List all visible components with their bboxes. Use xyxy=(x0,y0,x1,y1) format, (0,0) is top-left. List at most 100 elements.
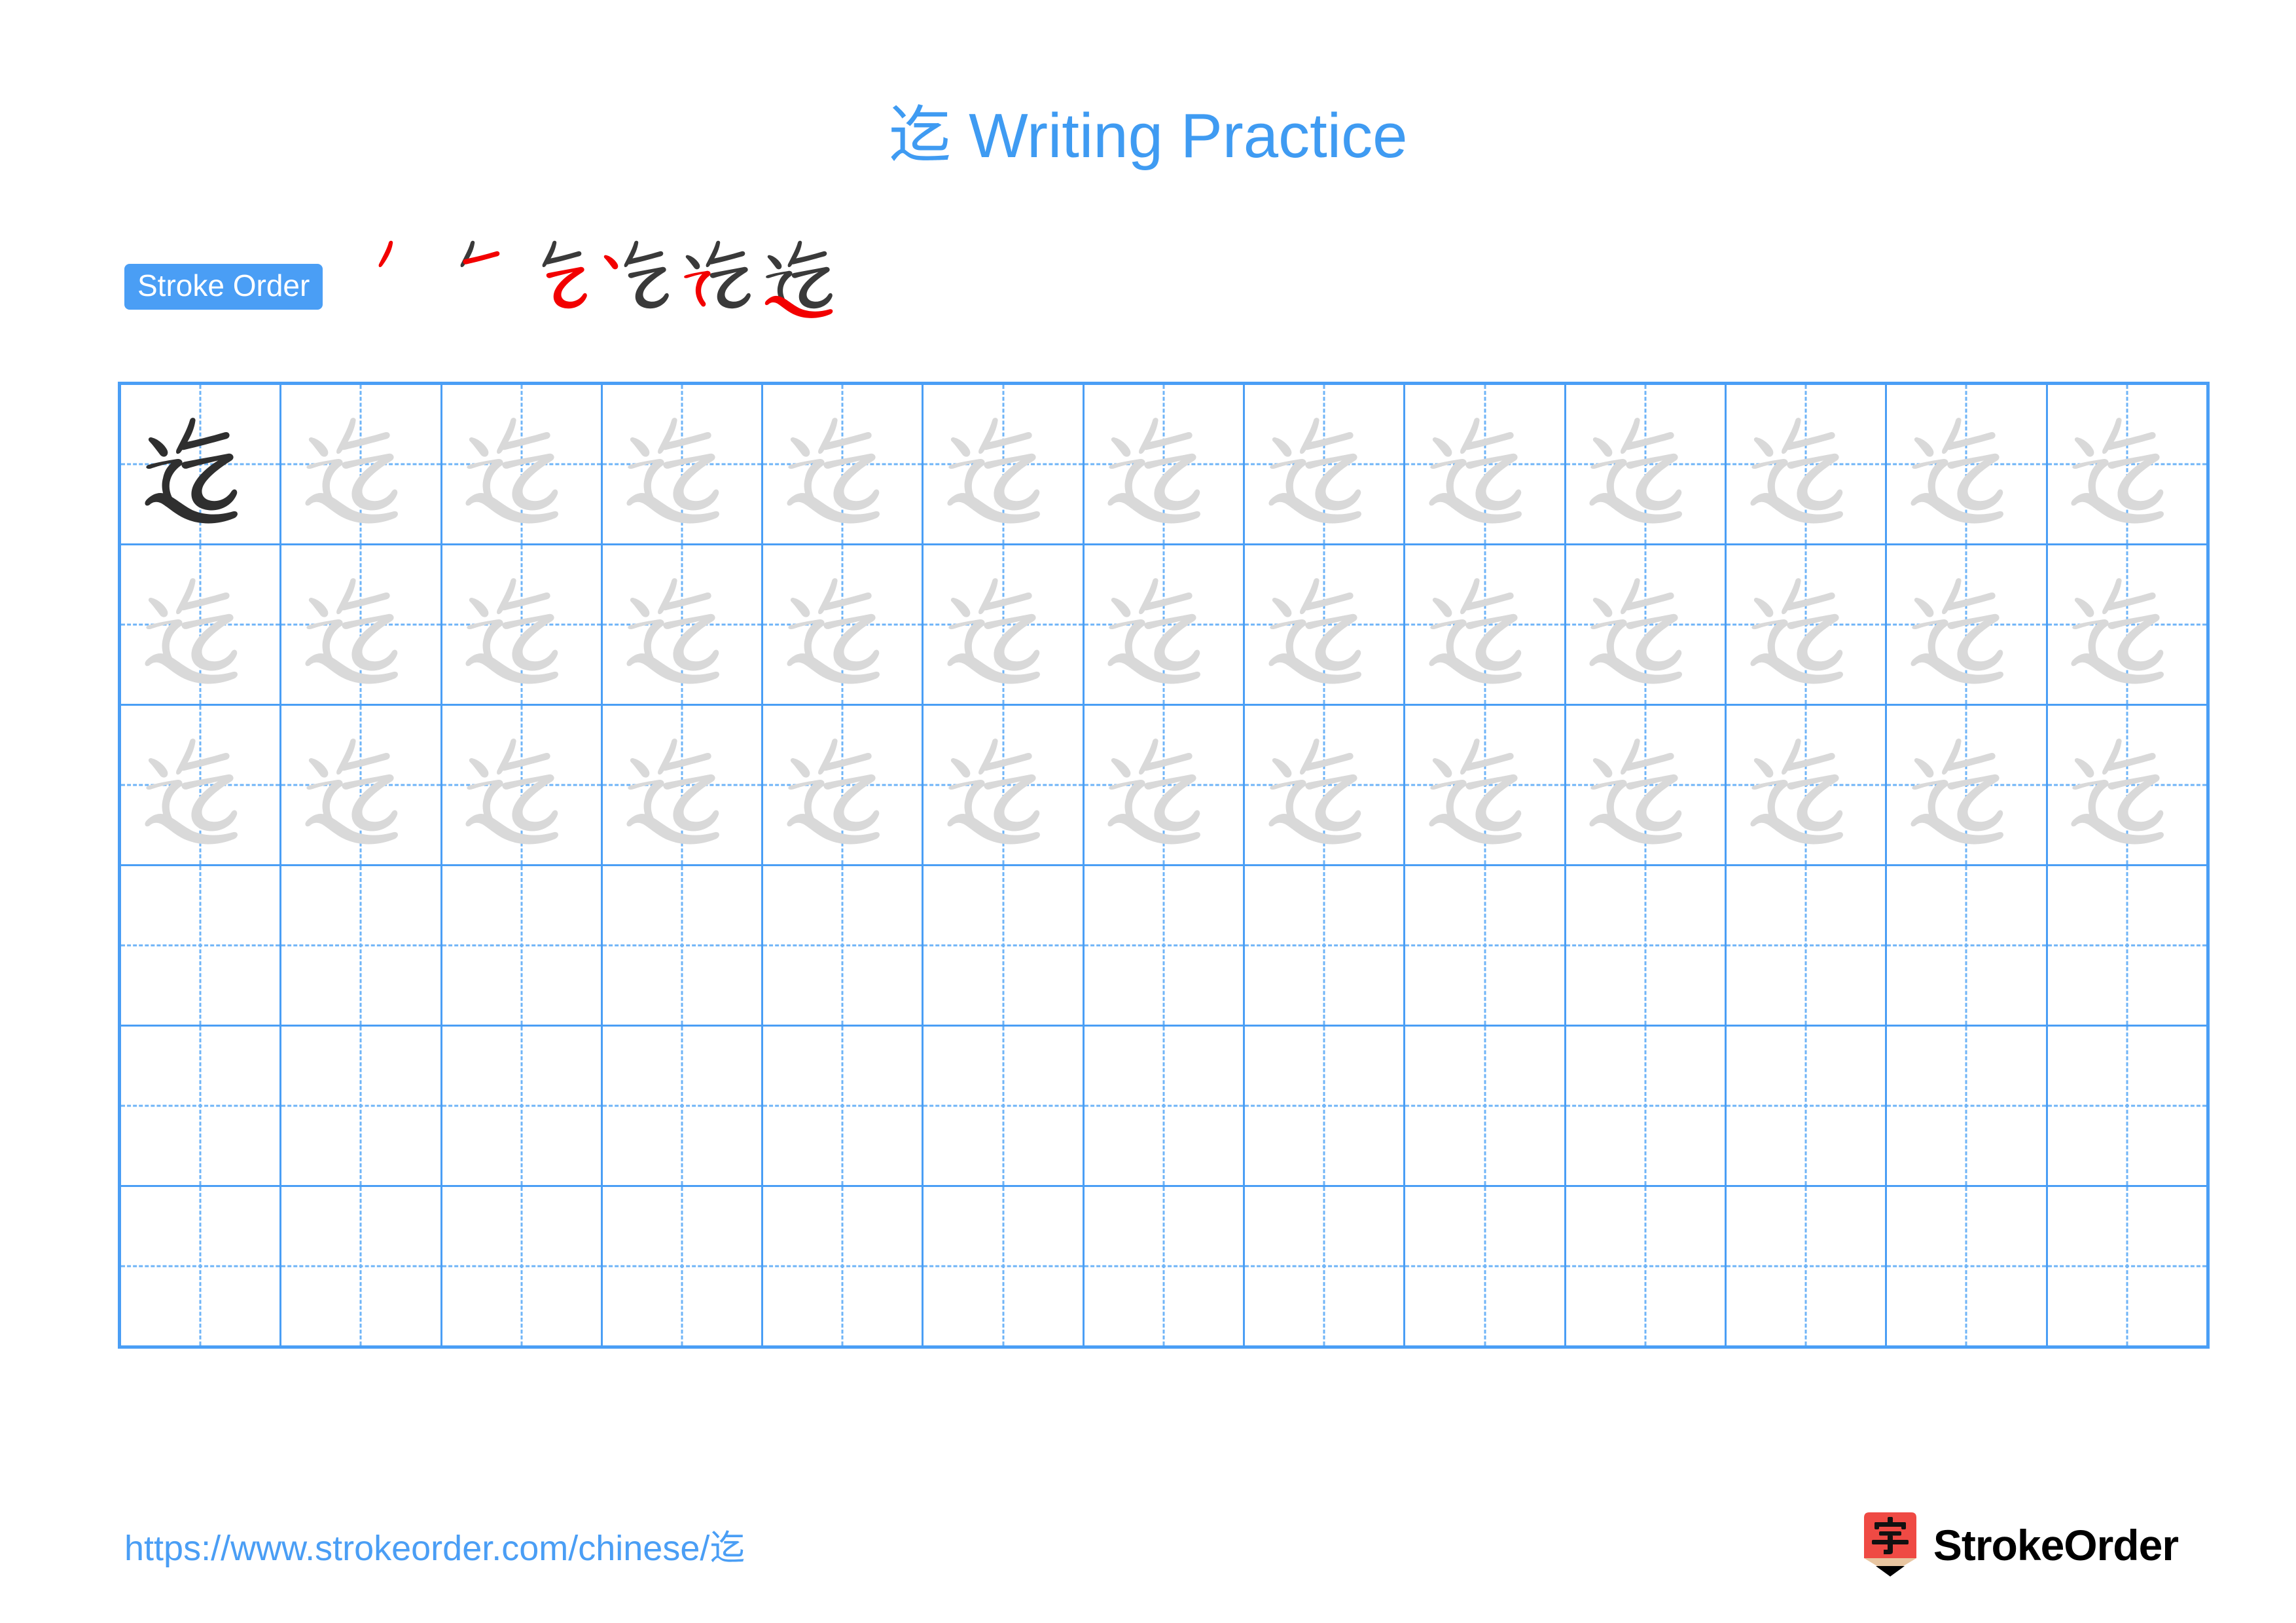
practice-cell-r6-c6[interactable] xyxy=(922,1185,1085,1348)
trace-character xyxy=(1245,545,1403,704)
practice-cell-r6-c12[interactable] xyxy=(1885,1185,2048,1348)
practice-cell-r6-c11[interactable] xyxy=(1724,1185,1888,1348)
character-glyph-trace xyxy=(1268,577,1361,684)
practice-cell-r4-c2[interactable] xyxy=(279,864,442,1027)
practice-cell-r3-c13[interactable] xyxy=(2045,704,2209,866)
practice-cell-r6-c10[interactable] xyxy=(1564,1185,1727,1348)
practice-cell-r1-c13[interactable] xyxy=(2045,382,2209,545)
practice-cell-r1-c1[interactable] xyxy=(118,382,282,545)
practice-cell-r5-c11[interactable] xyxy=(1724,1025,1888,1187)
practice-cell-r5-c7[interactable] xyxy=(1082,1025,1246,1187)
trace-character xyxy=(1566,706,1725,864)
practice-cell-r6-c2[interactable] xyxy=(279,1185,442,1348)
practice-cell-r1-c3[interactable] xyxy=(440,382,603,545)
practice-cell-r2-c12[interactable] xyxy=(1885,543,2048,706)
practice-cell-r6-c13[interactable] xyxy=(2045,1185,2209,1348)
practice-cell-r4-c7[interactable] xyxy=(1082,864,1246,1027)
practice-cell-r6-c7[interactable] xyxy=(1082,1185,1246,1348)
practice-cell-r4-c10[interactable] xyxy=(1564,864,1727,1027)
practice-cell-r1-c8[interactable] xyxy=(1243,382,1406,545)
practice-cell-r4-c11[interactable] xyxy=(1724,864,1888,1027)
practice-cell-r5-c10[interactable] xyxy=(1564,1025,1727,1187)
practice-cell-r2-c8[interactable] xyxy=(1243,543,1406,706)
practice-cell-r6-c3[interactable] xyxy=(440,1185,603,1348)
practice-cell-r3-c5[interactable] xyxy=(761,704,924,866)
trace-character xyxy=(763,706,922,864)
practice-cell-r3-c1[interactable] xyxy=(118,704,282,866)
practice-cell-r5-c9[interactable] xyxy=(1403,1025,1566,1187)
stroke-step-glyph xyxy=(765,240,833,318)
trace-character xyxy=(924,706,1082,864)
practice-cell-r1-c11[interactable] xyxy=(1724,382,1888,545)
practice-cell-r2-c9[interactable] xyxy=(1403,543,1566,706)
practice-cell-r4-c5[interactable] xyxy=(761,864,924,1027)
practice-cell-r2-c7[interactable] xyxy=(1082,543,1246,706)
practice-cell-r3-c7[interactable] xyxy=(1082,704,1246,866)
trace-character xyxy=(442,385,601,543)
practice-cell-r6-c5[interactable] xyxy=(761,1185,924,1348)
practice-cell-r4-c1[interactable] xyxy=(118,864,282,1027)
page-header: 迄 Writing Practice xyxy=(0,105,2296,168)
practice-cell-r4-c12[interactable] xyxy=(1885,864,2048,1027)
practice-cell-r3-c10[interactable] xyxy=(1564,704,1727,866)
practice-cell-r2-c6[interactable] xyxy=(922,543,1085,706)
practice-cell-r3-c12[interactable] xyxy=(1885,704,2048,866)
practice-cell-r3-c9[interactable] xyxy=(1403,704,1566,866)
practice-cell-r3-c4[interactable] xyxy=(600,704,764,866)
practice-cell-r4-c3[interactable] xyxy=(440,864,603,1027)
stroke-order-steps xyxy=(348,238,838,336)
practice-cell-r2-c10[interactable] xyxy=(1564,543,1727,706)
horizontal-guide-line xyxy=(1405,1265,1564,1267)
practice-cell-r1-c7[interactable] xyxy=(1082,382,1246,545)
practice-cell-r6-c4[interactable] xyxy=(600,1185,764,1348)
practice-cell-r4-c13[interactable] xyxy=(2045,864,2209,1027)
trace-character xyxy=(442,706,601,864)
practice-cell-r2-c3[interactable] xyxy=(440,543,603,706)
practice-cell-r6-c9[interactable] xyxy=(1403,1185,1566,1348)
practice-cell-r4-c4[interactable] xyxy=(600,864,764,1027)
practice-cell-r4-c9[interactable] xyxy=(1403,864,1566,1027)
practice-cell-r1-c6[interactable] xyxy=(922,382,1085,545)
practice-cell-r5-c3[interactable] xyxy=(440,1025,603,1187)
character-glyph-trace xyxy=(626,417,719,523)
practice-cell-r5-c1[interactable] xyxy=(118,1025,282,1187)
trace-character xyxy=(763,385,922,543)
practice-cell-r3-c8[interactable] xyxy=(1243,704,1406,866)
character-glyph-trace xyxy=(1589,738,1683,844)
character-glyph-trace xyxy=(947,738,1041,844)
practice-cell-r3-c11[interactable] xyxy=(1724,704,1888,866)
practice-cell-r5-c5[interactable] xyxy=(761,1025,924,1187)
practice-cell-r2-c1[interactable] xyxy=(118,543,282,706)
character-glyph-trace xyxy=(1107,738,1201,844)
practice-cell-r5-c4[interactable] xyxy=(600,1025,764,1187)
practice-cell-r1-c9[interactable] xyxy=(1403,382,1566,545)
horizontal-guide-line xyxy=(1726,1265,1886,1267)
character-glyph-trace xyxy=(787,417,880,523)
practice-cell-r3-c3[interactable] xyxy=(440,704,603,866)
stroke-step-6 xyxy=(757,238,855,336)
trace-character xyxy=(763,545,922,704)
practice-cell-r4-c6[interactable] xyxy=(922,864,1085,1027)
practice-cell-r5-c13[interactable] xyxy=(2045,1025,2209,1187)
practice-cell-r2-c11[interactable] xyxy=(1724,543,1888,706)
practice-cell-r1-c5[interactable] xyxy=(761,382,924,545)
practice-cell-r1-c10[interactable] xyxy=(1564,382,1727,545)
practice-cell-r2-c13[interactable] xyxy=(2045,543,2209,706)
practice-cell-r5-c6[interactable] xyxy=(922,1025,1085,1187)
practice-cell-r6-c8[interactable] xyxy=(1243,1185,1406,1348)
practice-cell-r1-c2[interactable] xyxy=(279,382,442,545)
source-url-link[interactable]: https://www.strokeorder.com/chinese/迄 xyxy=(124,1519,745,1571)
practice-cell-r2-c5[interactable] xyxy=(761,543,924,706)
practice-cell-r5-c8[interactable] xyxy=(1243,1025,1406,1187)
practice-cell-r1-c4[interactable] xyxy=(600,382,764,545)
practice-cell-r6-c1[interactable] xyxy=(118,1185,282,1348)
practice-cell-r2-c2[interactable] xyxy=(279,543,442,706)
practice-cell-r1-c12[interactable] xyxy=(1885,382,2048,545)
practice-cell-r3-c6[interactable] xyxy=(922,704,1085,866)
practice-cell-r4-c8[interactable] xyxy=(1243,864,1406,1027)
new-stroke xyxy=(765,295,833,318)
practice-cell-r2-c4[interactable] xyxy=(600,543,764,706)
practice-cell-r3-c2[interactable] xyxy=(279,704,442,866)
practice-cell-r5-c12[interactable] xyxy=(1885,1025,2048,1187)
practice-cell-r5-c2[interactable] xyxy=(279,1025,442,1187)
